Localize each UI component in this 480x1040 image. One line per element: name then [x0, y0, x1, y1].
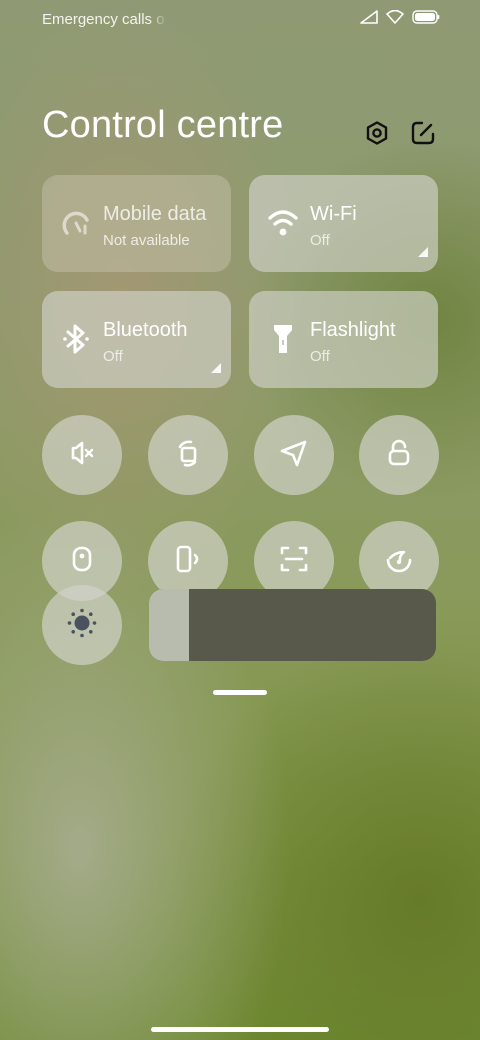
toggle-location[interactable] [254, 415, 334, 495]
flashlight-icon [265, 321, 301, 357]
tile-status: Off [103, 348, 123, 365]
settings-button[interactable] [362, 120, 392, 150]
lock-icon [382, 436, 416, 475]
edit-button[interactable] [408, 120, 438, 150]
brightness-icon [65, 606, 99, 645]
page-title: Control centre [42, 104, 284, 146]
settings-icon [364, 120, 390, 151]
tile-status: Not available [103, 232, 190, 249]
location-icon [277, 436, 311, 475]
home-indicator[interactable] [151, 1027, 329, 1032]
expand-corner-icon[interactable] [418, 247, 428, 257]
tile-wifi[interactable]: Wi-Fi Off [249, 175, 438, 272]
tile-bluetooth[interactable]: Bluetooth Off [42, 291, 231, 388]
tile-label: Flashlight [310, 319, 396, 341]
scanner-icon [277, 542, 311, 581]
battery-icon [412, 10, 440, 29]
expand-corner-icon[interactable] [211, 363, 221, 373]
brightness-slider-fill [149, 589, 190, 661]
bluetooth-icon [58, 321, 94, 357]
brightness-button[interactable] [42, 585, 122, 665]
wifi-icon [265, 205, 301, 241]
mute-icon [65, 436, 99, 475]
tile-label: Bluetooth [103, 319, 188, 341]
toggle-rotation[interactable] [148, 415, 228, 495]
tile-status: Off [310, 232, 330, 249]
mobile-data-icon [58, 205, 94, 241]
tile-label: Mobile data [103, 203, 207, 225]
panel-handle[interactable] [213, 690, 267, 695]
rotation-icon [171, 436, 205, 475]
vibrate-icon [171, 542, 205, 581]
tile-mobile-data[interactable]: Mobile data Not available [42, 175, 231, 272]
signal-icon [360, 10, 378, 29]
reading-mode-icon [382, 542, 416, 581]
tile-flashlight[interactable]: Flashlight Off [249, 291, 438, 388]
status-bar: Emergency calls o [0, 0, 480, 40]
wifi-icon [386, 9, 404, 29]
brightness-slider[interactable] [149, 589, 436, 661]
tile-status: Off [310, 348, 330, 365]
toggle-lock[interactable] [359, 415, 439, 495]
toggle-mute[interactable] [42, 415, 122, 495]
status-text: Emergency calls o [42, 11, 165, 28]
dark-mode-icon [65, 542, 99, 581]
status-icons [360, 9, 440, 29]
tile-label: Wi-Fi [310, 203, 357, 225]
edit-icon [410, 120, 436, 151]
